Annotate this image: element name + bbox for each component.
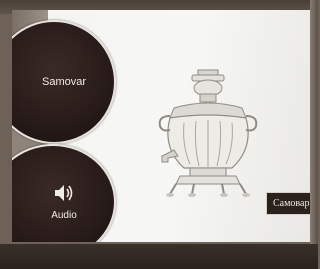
kiosk-screen: Samovar Audio Самовар — [12, 10, 310, 242]
device-bezel-bottom — [0, 244, 318, 269]
speaker-icon — [53, 183, 75, 208]
samovar-button-label: Samovar — [41, 76, 87, 88]
audio-button-label: Audio — [51, 210, 77, 221]
samovar-button[interactable]: Samovar — [12, 20, 116, 144]
audio-button[interactable]: Audio — [12, 144, 116, 242]
samovar-illustration — [154, 68, 264, 207]
russian-name-label[interactable]: Самовар — [266, 192, 310, 215]
device-bezel-right — [310, 0, 318, 269]
